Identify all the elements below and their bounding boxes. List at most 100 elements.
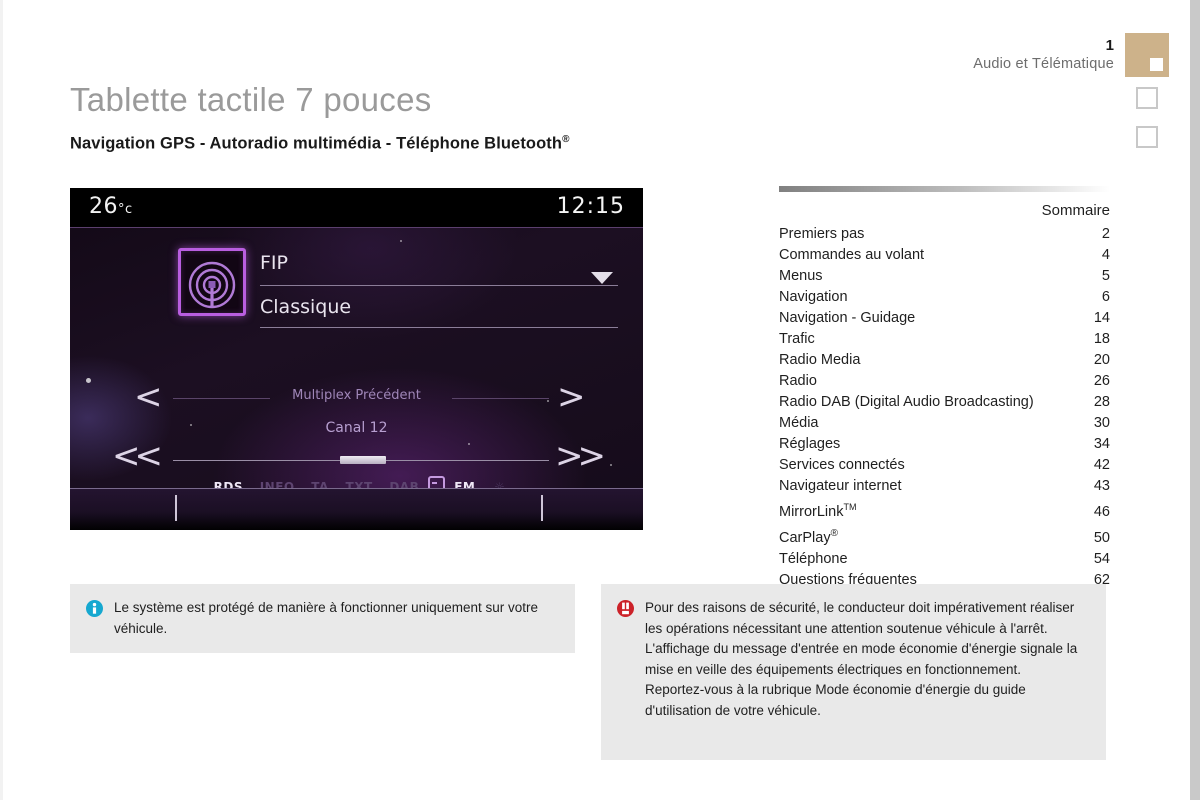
toc-entry-page: 5: [1101, 268, 1110, 284]
toc-entry-page: 14: [1093, 310, 1110, 326]
decorative-star: [400, 240, 402, 242]
canal-label: Canal 12: [325, 420, 388, 436]
toc-heading: Sommaire: [1041, 202, 1110, 219]
warning-icon: [617, 600, 634, 617]
toc-entry-page: 28: [1093, 394, 1110, 410]
registered-mark: ®: [562, 134, 570, 145]
toc-entry-label: Radio: [779, 373, 817, 389]
bottom-bar-divider: [175, 495, 177, 521]
toc-entry[interactable]: Radio Media 20: [779, 350, 1110, 371]
toc-entry[interactable]: Services connectés 42: [779, 455, 1110, 476]
page-left-edge: [0, 0, 3, 800]
toc-entry-page: 20: [1093, 352, 1110, 368]
temperature-value: 26: [89, 194, 118, 219]
toc-entry[interactable]: Radio 26: [779, 371, 1110, 392]
forward-button[interactable]: >>: [555, 439, 606, 473]
toc-entry-page: 43: [1093, 478, 1110, 494]
toc-entry-page: 6: [1101, 289, 1110, 305]
decorative-star: [610, 464, 612, 466]
toc-entry-page: 30: [1093, 415, 1110, 431]
multiplex-rule-right: [452, 398, 549, 399]
chevron-down-icon[interactable]: [591, 272, 613, 284]
toc-entry[interactable]: Navigation - Guidage 14: [779, 308, 1110, 329]
toc-entry[interactable]: Média 30: [779, 413, 1110, 434]
bottom-bar-divider: [541, 495, 543, 521]
chapter-tab-marker: [1150, 58, 1163, 71]
toc-entry-label: Radio DAB (Digital Audio Broadcasting): [779, 394, 1034, 410]
chapter-tab-3[interactable]: [1136, 126, 1158, 148]
toc-entry[interactable]: Radio DAB (Digital Audio Broadcasting) 28: [779, 392, 1110, 413]
warning-note-paragraph: Pour des raisons de sécurité, le conduct…: [645, 600, 1075, 636]
toc-entry-label: Navigation: [779, 289, 848, 305]
toc-entry[interactable]: Premiers pas 2: [779, 224, 1110, 245]
toc-entry[interactable]: Menus 5: [779, 266, 1110, 287]
toc-entry[interactable]: Réglages 34: [779, 434, 1110, 455]
rewind-button[interactable]: <<: [112, 439, 163, 473]
chapter-tab-active[interactable]: [1125, 33, 1169, 77]
page-subtitle-text: Navigation GPS - Autoradio multimédia - …: [70, 134, 563, 153]
info-icon: [86, 600, 103, 617]
toc-entry[interactable]: Trafic 18: [779, 329, 1110, 350]
station-genre: Classique: [260, 296, 352, 318]
temperature-unit: c: [125, 202, 133, 217]
info-note: Le système est protégé de manière à fonc…: [70, 584, 575, 653]
page-subtitle: Navigation GPS - Autoradio multimédia - …: [70, 134, 570, 154]
toc-entry-label: Trafic: [779, 331, 815, 347]
clock: 12:15: [556, 194, 625, 219]
station-name: FIP: [260, 252, 288, 274]
warning-note-paragraph: L'affichage du message d'entrée en mode …: [645, 641, 1078, 677]
toc-entry-page: 42: [1093, 457, 1110, 473]
toc-gradient-bar: [779, 186, 1110, 192]
screen-bottom-bar: [70, 488, 643, 530]
toc-entry-page: 4: [1101, 247, 1110, 263]
temperature-degree: °: [118, 202, 125, 217]
table-of-contents: Sommaire Premiers pas 2 Commandes au vola…: [779, 186, 1110, 591]
page-title: Tablette tactile 7 pouces: [70, 81, 432, 118]
toc-entry-label: Premiers pas: [779, 226, 865, 242]
warning-note: Pour des raisons de sécurité, le conduct…: [601, 584, 1106, 760]
toc-entry-label: Commandes au volant: [779, 247, 925, 263]
toc-entry-label: Réglages: [779, 436, 841, 452]
manual-page: 1 Audio et Télématique Tablette tactile …: [0, 0, 1200, 800]
toc-entry[interactable]: CarPlay® 50: [779, 523, 1110, 549]
toc-entry[interactable]: Téléphone 54: [779, 549, 1110, 570]
toc-entry-page: 54: [1093, 550, 1110, 567]
toc-entry-label: Média: [779, 415, 819, 431]
station-name-rule: [260, 285, 618, 286]
chapter-tab-2[interactable]: [1136, 87, 1158, 109]
toc-entry-label: Navigateur internet: [779, 478, 902, 494]
toc-entry-page: 46: [1093, 503, 1110, 520]
warning-note-paragraph: Reportez-vous à la rubrique Mode économi…: [645, 682, 1026, 718]
station-genre-rule: [260, 327, 618, 328]
trademark-mark: TM: [843, 502, 857, 512]
tuning-slider-thumb[interactable]: [340, 456, 386, 464]
toc-entry[interactable]: Navigateur internet 43: [779, 476, 1110, 497]
chapter-tabs: [1125, 33, 1173, 165]
toc-entry-page: 2: [1101, 226, 1110, 242]
toc-entry-label: MirrorLinkTM: [779, 502, 857, 520]
decorative-star: [86, 378, 91, 383]
page-right-edge: [1190, 0, 1200, 800]
section-title: Audio et Télématique: [973, 56, 1114, 72]
toc-entry-label: Services connectés: [779, 457, 905, 473]
page-number: 1: [1105, 37, 1114, 54]
screen-status-bar: 26°c 12:15: [70, 188, 643, 228]
toc-entry-label: Radio Media: [779, 352, 861, 368]
toc-entry[interactable]: MirrorLinkTM 46: [779, 497, 1110, 523]
page-header: 1 Audio et Télématique: [973, 38, 1114, 73]
toc-entry-page: 18: [1093, 331, 1110, 347]
registered-mark: ®: [830, 527, 838, 539]
infotainment-screenshot: 26°c 12:15 FIP Classique < > << >> Multi…: [70, 188, 643, 530]
info-note-text: Le système est protégé de manière à fonc…: [114, 600, 538, 636]
toc-entry-page: 34: [1093, 436, 1110, 452]
toc-entry-label: CarPlay®: [779, 527, 838, 546]
radio-broadcast-icon[interactable]: [178, 248, 246, 316]
toc-entry-page: 50: [1093, 529, 1110, 546]
multiplex-label: Multiplex Précédent: [292, 388, 421, 403]
toc-entry-label: Menus: [779, 268, 823, 284]
toc-entry-label: Téléphone: [779, 550, 848, 567]
toc-entry[interactable]: Commandes au volant 4: [779, 245, 1110, 266]
toc-entry[interactable]: Navigation 6: [779, 287, 1110, 308]
screen-content: FIP Classique 100% < >: [70, 228, 643, 494]
toc-entry-label: Navigation - Guidage: [779, 310, 916, 326]
